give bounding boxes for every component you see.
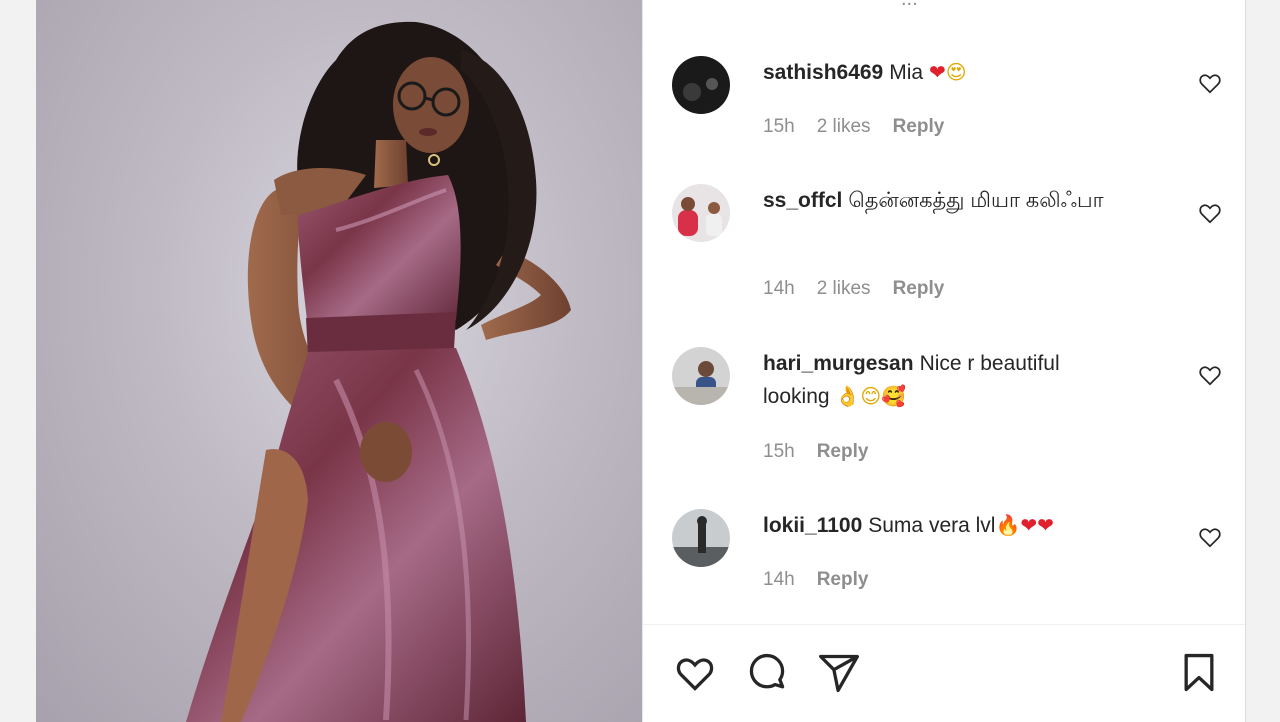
save-icon[interactable] [1177, 651, 1221, 695]
comment-meta: 14h 2 likes Reply [763, 278, 944, 300]
truncated-previous-comment: ... [643, 0, 1245, 10]
reply-button[interactable]: Reply [817, 441, 869, 463]
comment-meta: 15h Reply [763, 441, 868, 463]
comment-message: Mia [889, 61, 924, 84]
comment-meta: 14h Reply [763, 569, 868, 591]
comment-likes-count[interactable]: 2 likes [817, 116, 871, 138]
reply-button[interactable]: Reply [893, 278, 945, 300]
comment-timestamp: 15h [763, 441, 795, 462]
avatar[interactable] [672, 347, 730, 405]
avatar[interactable] [672, 509, 730, 567]
heart-emoji-icon: ❤ [1037, 513, 1054, 537]
comment-username[interactable]: sathish6469 [763, 61, 883, 84]
smile-emoji-icon: 😊 [860, 384, 882, 408]
comment-username[interactable]: ss_offcl [763, 189, 842, 212]
comment-like-heart-icon[interactable] [1197, 200, 1223, 226]
avatar-image [672, 56, 730, 114]
post-action-bar [643, 624, 1245, 722]
comments-panel: ... sathish6469Mia ❤😍 15h 2 likes Reply [642, 0, 1246, 722]
avatar-image [672, 347, 730, 405]
comment-icon[interactable] [745, 651, 789, 695]
heart-eyes-emoji-icon: 😍 [945, 60, 967, 84]
comment-username[interactable]: hari_murgesan [763, 352, 914, 375]
avatar[interactable] [672, 184, 730, 242]
comment-timestamp: 14h [763, 278, 795, 299]
page-margin-left [0, 0, 36, 722]
reply-button[interactable]: Reply [893, 116, 945, 138]
comment-likes-count[interactable]: 2 likes [817, 278, 871, 300]
like-icon[interactable] [673, 651, 717, 695]
comment-username[interactable]: lokii_1100 [763, 514, 862, 537]
comment-message: தென்னகத்து மியா கலிஃபா [848, 189, 1104, 212]
comment-text: hari_murgesan Nice r beautiful looking 👌😊… [763, 347, 1123, 413]
comment-like-heart-icon[interactable] [1197, 524, 1223, 550]
comment-like-heart-icon[interactable] [1197, 362, 1223, 388]
comment-timestamp: 15h [763, 116, 795, 137]
comment-like-heart-icon[interactable] [1197, 70, 1223, 96]
avatar-image [672, 184, 730, 242]
heart-emoji-icon: ❤ [1020, 513, 1038, 537]
comment-message: Suma vera lvl [868, 514, 996, 537]
comment-timestamp: 14h [763, 569, 795, 590]
reply-button[interactable]: Reply [817, 569, 869, 591]
avatar[interactable] [672, 56, 730, 114]
comment-text: ss_offcl தென்னகத்து மியா கலிஃபா [763, 184, 1123, 217]
post-photo-illustration [186, 21, 571, 722]
ok-hand-emoji-icon: 👌 [835, 384, 861, 408]
post-image[interactable] [36, 0, 642, 722]
heart-emoji-icon: ❤ [928, 60, 946, 84]
comment-text: lokii_1100 Suma vera lvl🔥❤❤ [763, 509, 1123, 542]
page-margin-right [1246, 0, 1280, 722]
smiling-hearts-emoji-icon: 🥰 [881, 384, 907, 408]
comment-text: sathish6469 Mia ❤😍 [763, 56, 1123, 89]
comment-meta: 15h 2 likes Reply [763, 116, 944, 138]
avatar-image [672, 509, 730, 567]
share-icon[interactable] [817, 651, 861, 695]
fire-emoji-icon: 🔥 [995, 513, 1021, 537]
